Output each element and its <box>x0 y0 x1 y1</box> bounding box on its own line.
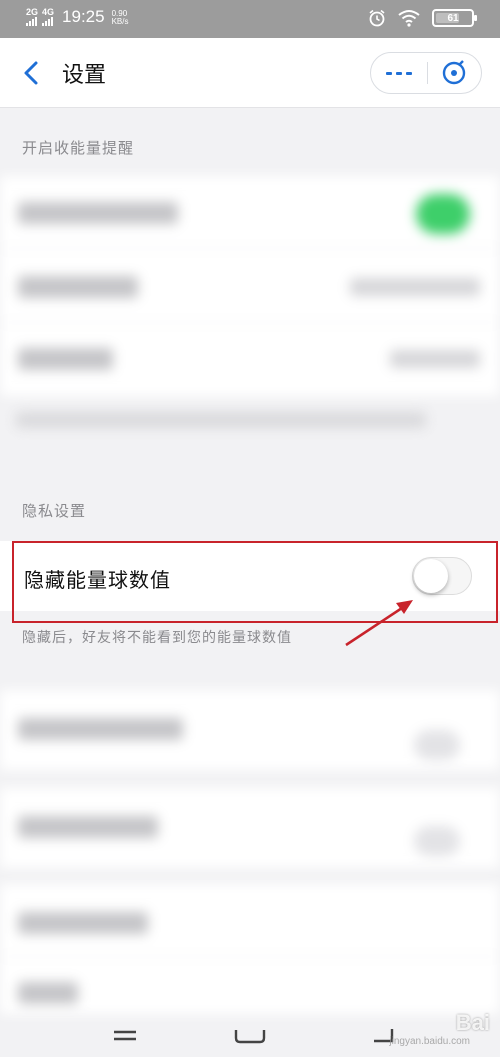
section-title-energy: 开启收能量提醒 <box>22 139 135 157</box>
network-speed: 0.90 KB/s <box>112 10 129 26</box>
alarm-icon <box>369 9 385 27</box>
close-circle-icon <box>443 60 466 85</box>
system-nav-bar <box>0 1012 500 1057</box>
menu-icon[interactable] <box>112 1024 138 1046</box>
battery-level: 61 <box>447 12 459 24</box>
signal-2g: 2G <box>26 8 38 26</box>
status-right: 61 <box>368 9 477 27</box>
signal-bars-icon <box>26 17 37 26</box>
back-icon[interactable] <box>20 60 44 86</box>
section-title-privacy: 隐私设置 <box>22 502 87 520</box>
status-bar: 2G 4G 19:25 0.90 KB/s 61 <box>0 0 500 38</box>
battery-icon: 61 <box>432 9 477 27</box>
signal-4g: 4G <box>42 8 54 26</box>
highlight-box <box>12 541 498 623</box>
close-button[interactable] <box>427 53 481 93</box>
nav-header: 设置 <box>0 38 500 108</box>
speed-unit: KB/s <box>111 17 129 26</box>
signal-bars-icon <box>42 17 54 26</box>
blurred-settings-row-3 <box>0 788 500 868</box>
mini-program-capsule <box>370 52 482 94</box>
clock: 19:25 <box>62 7 105 26</box>
blurred-settings-group-1 <box>0 176 500 396</box>
blurred-settings-group-4 <box>0 884 500 1014</box>
home-icon[interactable] <box>232 1024 268 1046</box>
blurred-description <box>16 412 426 428</box>
network-2g-label: 2G <box>26 7 39 17</box>
watermark-logo: Bai <box>455 1010 490 1035</box>
page-title: 设置 <box>62 63 107 88</box>
network-4g-label: 4G <box>42 7 55 17</box>
blurred-settings-row-2 <box>0 690 500 770</box>
hide-energy-value-note: 隐藏后，好友将不能看到您的能量球数值 <box>22 630 292 646</box>
more-button[interactable] <box>371 53 427 93</box>
status-left: 2G 4G 19:25 0.90 KB/s <box>26 8 128 26</box>
wifi-icon <box>398 10 420 27</box>
more-dots-icon <box>385 71 392 75</box>
toggle-on-icon <box>416 194 470 234</box>
watermark-url: jingyan.baidu.com <box>389 1036 470 1047</box>
